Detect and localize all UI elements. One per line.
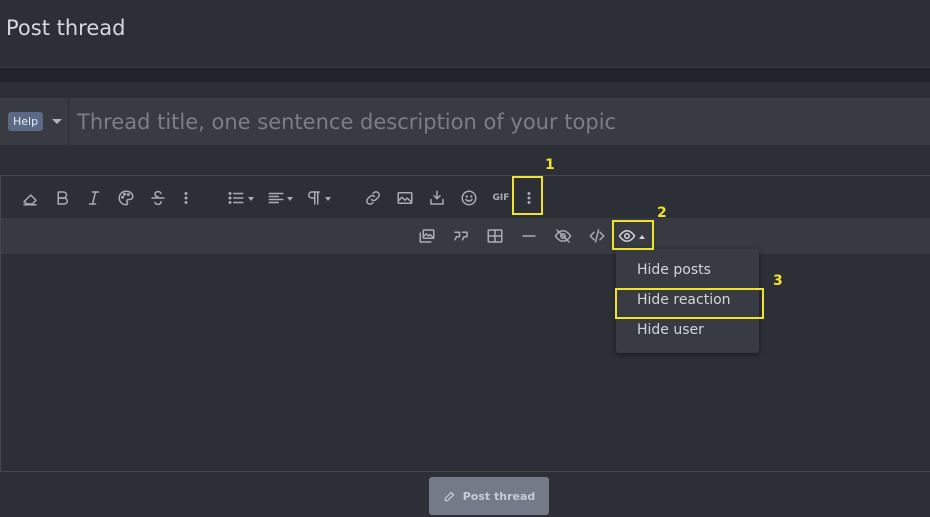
post-thread-label: Post thread [462, 489, 536, 503]
quote-icon[interactable] [448, 223, 474, 249]
list-icon[interactable] [223, 185, 249, 211]
align-chevron-down-icon [287, 197, 293, 201]
hide-icon[interactable] [614, 223, 640, 249]
bold-icon[interactable] [49, 185, 75, 211]
paragraph-chevron-down-icon [325, 197, 331, 201]
menu-item-hide-posts[interactable]: Hide posts [637, 262, 711, 278]
highlight-label-3: 3 [773, 273, 783, 289]
insert-icon[interactable] [424, 185, 450, 211]
hide-chevron-up-icon [639, 235, 645, 239]
hide-dropdown-menu: Hide posts Hide reaction Hide user [616, 249, 759, 353]
thread-title-input[interactable] [69, 98, 930, 145]
menu-item-hide-user[interactable]: Hide user [637, 322, 704, 338]
align-icon[interactable] [263, 185, 289, 211]
gif-label: GIF [492, 193, 510, 203]
editor: GIF [0, 175, 930, 472]
chevron-down-icon [52, 119, 63, 124]
editor-toolbar-secondary [1, 218, 930, 254]
code-icon[interactable] [584, 223, 610, 249]
horizontal-line-icon[interactable] [516, 223, 542, 249]
page-title: Post thread [6, 16, 126, 40]
edit-icon [444, 491, 455, 502]
eraser-icon[interactable] [17, 185, 43, 211]
header-separator [0, 67, 930, 82]
italic-icon[interactable] [81, 185, 107, 211]
smiley-icon[interactable] [456, 185, 482, 211]
editor-content-area[interactable] [1, 254, 930, 472]
spoiler-icon[interactable] [550, 223, 576, 249]
list-chevron-down-icon [248, 197, 254, 201]
link-icon[interactable] [360, 185, 386, 211]
more-options-icon[interactable] [516, 185, 542, 211]
gif-icon[interactable]: GIF [488, 185, 514, 211]
editor-toolbar-primary: GIF [1, 176, 930, 218]
post-thread-button[interactable]: Post thread [429, 477, 549, 515]
prefix-selector[interactable]: Help [0, 98, 69, 145]
menu-item-hide-reaction[interactable]: Hide reaction [637, 292, 731, 308]
strikethrough-icon[interactable] [145, 185, 171, 211]
paragraph-icon[interactable] [301, 185, 327, 211]
media-icon[interactable] [414, 223, 440, 249]
more-text-icon[interactable] [173, 185, 199, 211]
prefix-badge: Help [8, 112, 44, 131]
image-icon[interactable] [392, 185, 418, 211]
highlight-label-2: 2 [657, 205, 667, 221]
palette-icon[interactable] [113, 185, 139, 211]
table-icon[interactable] [482, 223, 508, 249]
highlight-label-1: 1 [545, 157, 555, 173]
thread-title-row: Help [0, 98, 930, 145]
